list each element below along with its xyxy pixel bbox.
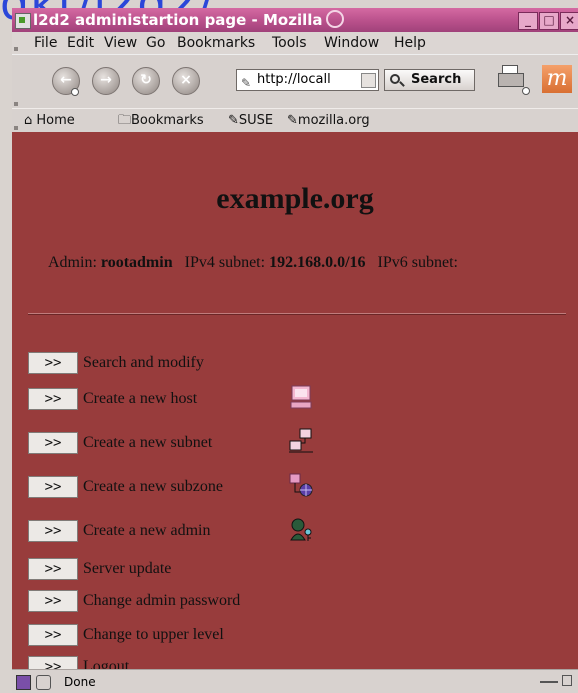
menu-help[interactable]: Help [394,32,426,54]
admin-info-line: Admin: rootadmin IPv4 subnet: 192.168.0.… [48,254,458,272]
new-subzone-button[interactable]: >> [28,476,78,498]
action-label: Server update [83,560,172,577]
logout-button[interactable]: >> [28,656,78,669]
status-bar: Done [12,669,578,693]
print-dropdown-icon[interactable] [522,87,530,95]
stop-button[interactable]: × [172,67,200,95]
minimize-button[interactable]: _ [518,12,538,30]
bookmark-mozilla-label: mozilla.org [297,113,370,128]
search-label: Search [411,72,462,87]
printer-icon [498,73,524,87]
action-label: Create a new host [83,390,198,407]
search-icon [390,74,400,84]
menu-tools[interactable]: Tools [272,32,307,54]
subzone-icon [289,473,313,497]
ipv4-label: IPv4 subnet: [184,254,266,271]
menu-window[interactable]: Window [324,32,379,54]
spinner-icon [326,10,344,28]
forward-button[interactable]: → [92,67,120,95]
bookmark-home[interactable]: ⌂ Home [24,109,75,133]
menu-edit[interactable]: Edit [67,32,94,54]
connection-icon [540,681,558,683]
mozilla-component-icon[interactable] [16,675,31,690]
action-label: Create a new subzone [83,478,223,495]
url-text: http://locall [257,72,331,87]
bookmark-bookmarks[interactable]: 🗀Bookmarks [118,109,204,133]
menu-bookmarks[interactable]: Bookmarks [177,32,255,54]
print-button[interactable] [496,63,530,95]
divider [28,313,566,315]
upper-level-button[interactable]: >> [28,624,78,646]
bookmark-suse-label: SUSE [238,113,274,128]
action-label: Logout... [83,658,142,669]
menu-file[interactable]: File [34,32,57,54]
link-icon: ✎ [228,113,239,128]
toolbar-grip[interactable] [14,47,18,51]
search-button[interactable]: Search [384,69,475,91]
network-icon [289,428,313,453]
ipv6-label: IPv6 subnet: [377,254,458,271]
link-icon: ✎ [287,113,298,128]
online-status-icon[interactable] [36,675,51,690]
computer-icon [290,385,312,409]
action-label: Change admin password [83,592,241,609]
window-title: l2d2 administartion page - Mozilla [33,11,323,29]
bookmarks-toolbar: ⌂ Home 🗀Bookmarks ✎SUSE ✎mozilla.org [12,108,578,133]
close-button[interactable]: × [560,12,578,30]
admin-user-icon [290,518,312,541]
toolbar-grip[interactable] [14,102,18,106]
mozilla-throbber-icon[interactable]: m [542,65,572,93]
ipv4-value: 192.168.0.0/16 [269,254,366,271]
change-password-button[interactable]: >> [28,590,78,612]
home-icon: ⌂ [24,113,33,128]
back-button[interactable]: ← [52,67,80,96]
action-label: Search and modify [83,354,204,371]
menu-view[interactable]: View [104,32,137,54]
url-input[interactable]: ✎ http://locall [236,69,379,91]
title-bar[interactable]: l2d2 administartion page - Mozilla _ □ × [12,8,578,32]
maximize-button[interactable]: □ [539,12,559,30]
navigation-toolbar: ← → ↻ × ✎ http://locall Search m [12,54,578,109]
site-title: example.org [216,182,374,215]
new-admin-button[interactable]: >> [28,520,78,542]
back-history-dropdown-icon[interactable] [71,88,79,96]
new-subnet-button[interactable]: >> [28,432,78,454]
new-host-button[interactable]: >> [28,388,78,410]
url-dropdown-icon[interactable] [361,73,376,88]
admin-label: Admin: [48,254,97,271]
server-update-button[interactable]: >> [28,558,78,580]
search-modify-button[interactable]: >> [28,352,78,374]
action-label: Create a new subnet [83,434,213,451]
folder-icon: 🗀 [118,113,132,128]
menu-bar: File Edit View Go Bookmarks Tools Window… [12,32,578,54]
toolbar-grip[interactable] [14,126,18,130]
page-icon: ✎ [241,76,252,90]
browser-window: l2d2 administartion page - Mozilla _ □ ×… [12,8,578,693]
bookmark-suse[interactable]: ✎SUSE [228,109,273,133]
admin-value: rootadmin [100,254,173,271]
security-lock-icon[interactable] [562,675,572,686]
bookmark-home-label: Home [36,113,75,128]
action-label: Create a new admin [83,522,211,539]
menu-go[interactable]: Go [146,32,165,54]
app-icon [15,13,31,29]
page-content: example.org Admin: rootadmin IPv4 subnet… [12,132,578,669]
bookmark-bookmarks-label: Bookmarks [131,113,204,128]
status-text: Done [64,675,96,689]
reload-button[interactable]: ↻ [132,67,160,95]
action-label: Change to upper level [83,626,224,643]
bookmark-mozilla[interactable]: ✎mozilla.org [287,109,370,133]
